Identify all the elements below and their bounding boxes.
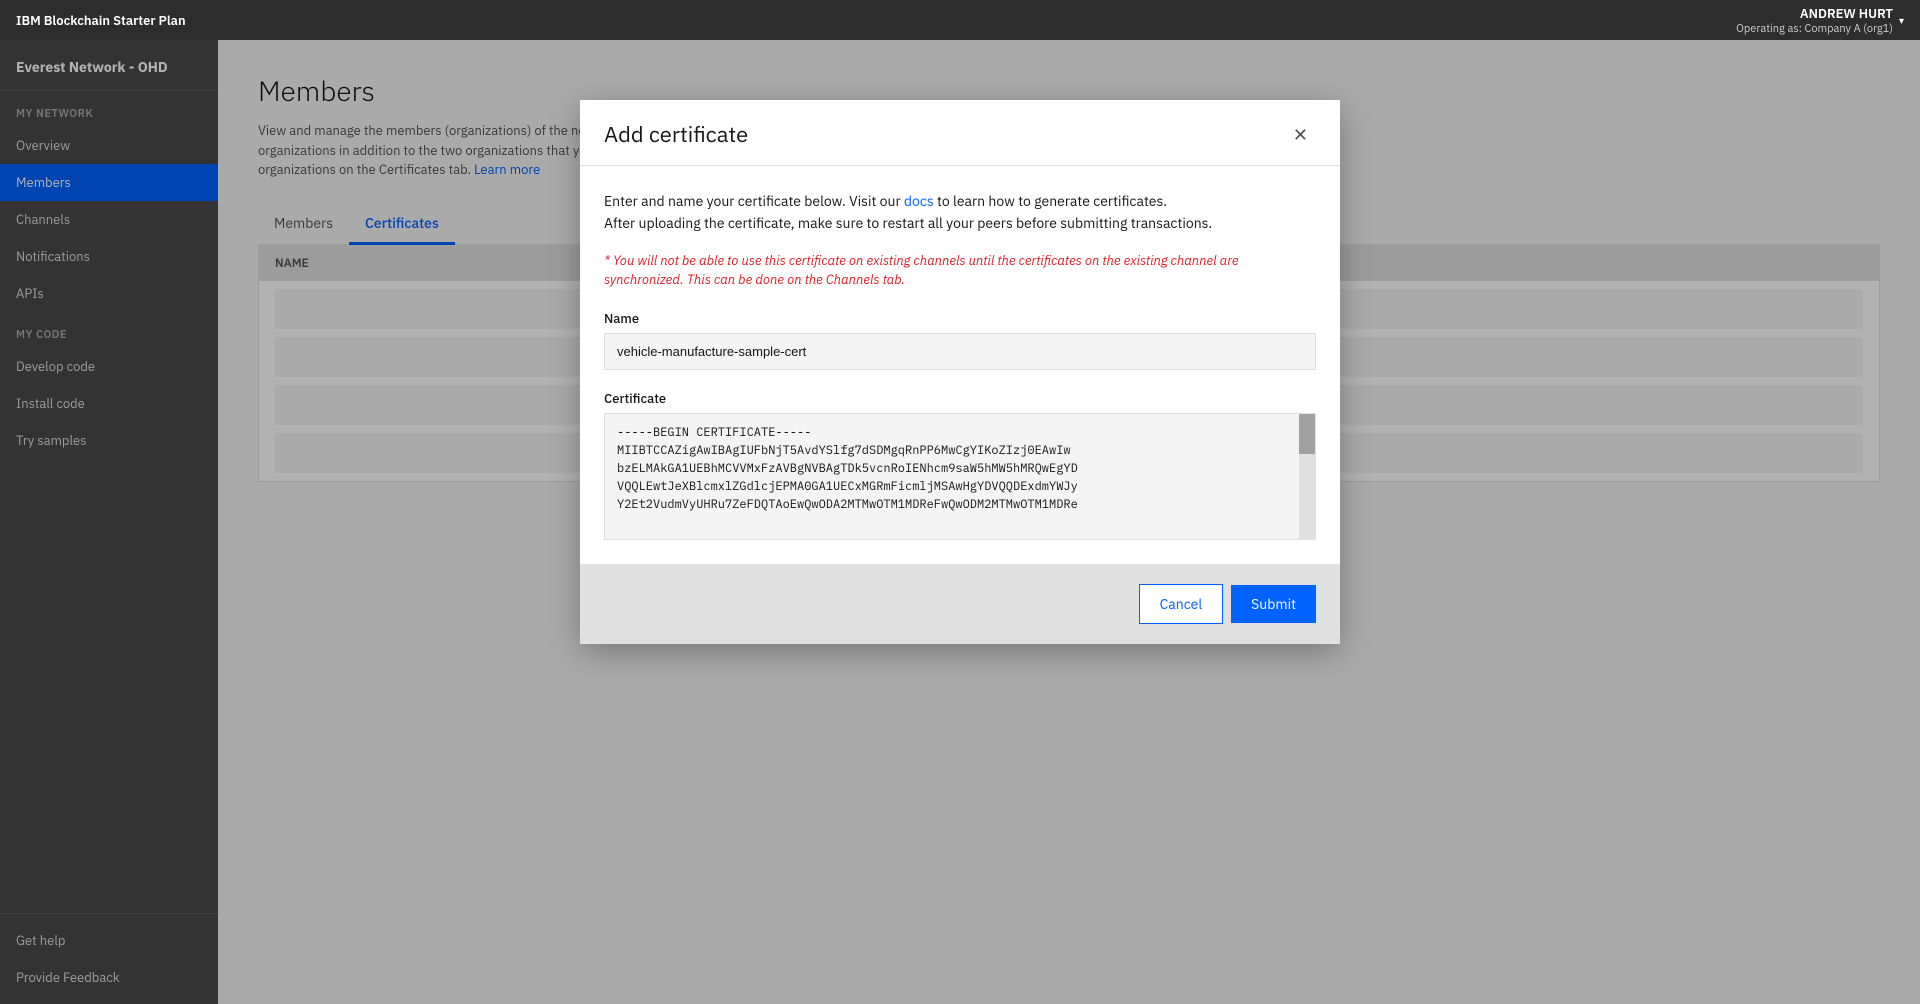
add-certificate-modal: Add certificate ✕ Enter and name your ce… [580,100,1340,644]
docs-link[interactable]: docs [904,192,934,210]
user-menu[interactable]: ANDREW HURT Operating as: Company A (org… [1736,5,1904,36]
certificate-input[interactable]: -----BEGIN CERTIFICATE----- MIIBTCCAZigA… [605,414,1299,534]
modal-title: Add certificate [604,120,748,149]
user-name: ANDREW HURT [1736,5,1893,22]
chevron-down-icon: ▾ [1899,14,1904,27]
modal-intro: Enter and name your certificate below. V… [604,190,1316,235]
certificate-field: Certificate -----BEGIN CERTIFICATE----- … [604,390,1316,540]
name-label: Name [604,310,1316,327]
name-field: Name [604,310,1316,370]
user-role: Operating as: Company A (org1) [1736,22,1893,36]
modal-overlay: Add certificate ✕ Enter and name your ce… [0,40,1920,1004]
name-input[interactable] [604,333,1316,370]
top-header: IBM Blockchain Starter Plan ANDREW HURT … [0,0,1920,40]
modal-close-button[interactable]: ✕ [1285,122,1316,148]
submit-button[interactable]: Submit [1231,585,1316,623]
user-info: ANDREW HURT Operating as: Company A (org… [1736,5,1893,36]
brand-name: IBM Blockchain Starter Plan [16,12,186,29]
modal-body: Enter and name your certificate below. V… [580,166,1340,540]
certificate-textarea-wrapper: -----BEGIN CERTIFICATE----- MIIBTCCAZigA… [604,413,1316,540]
cancel-button[interactable]: Cancel [1139,584,1224,624]
modal-header: Add certificate ✕ [580,100,1340,166]
modal-footer: Cancel Submit [580,564,1340,644]
modal-warning: * You will not be able to use this certi… [604,251,1316,290]
textarea-scrollbar[interactable] [1299,414,1315,539]
textarea-scrollbar-thumb [1299,414,1315,454]
certificate-label: Certificate [604,390,1316,407]
